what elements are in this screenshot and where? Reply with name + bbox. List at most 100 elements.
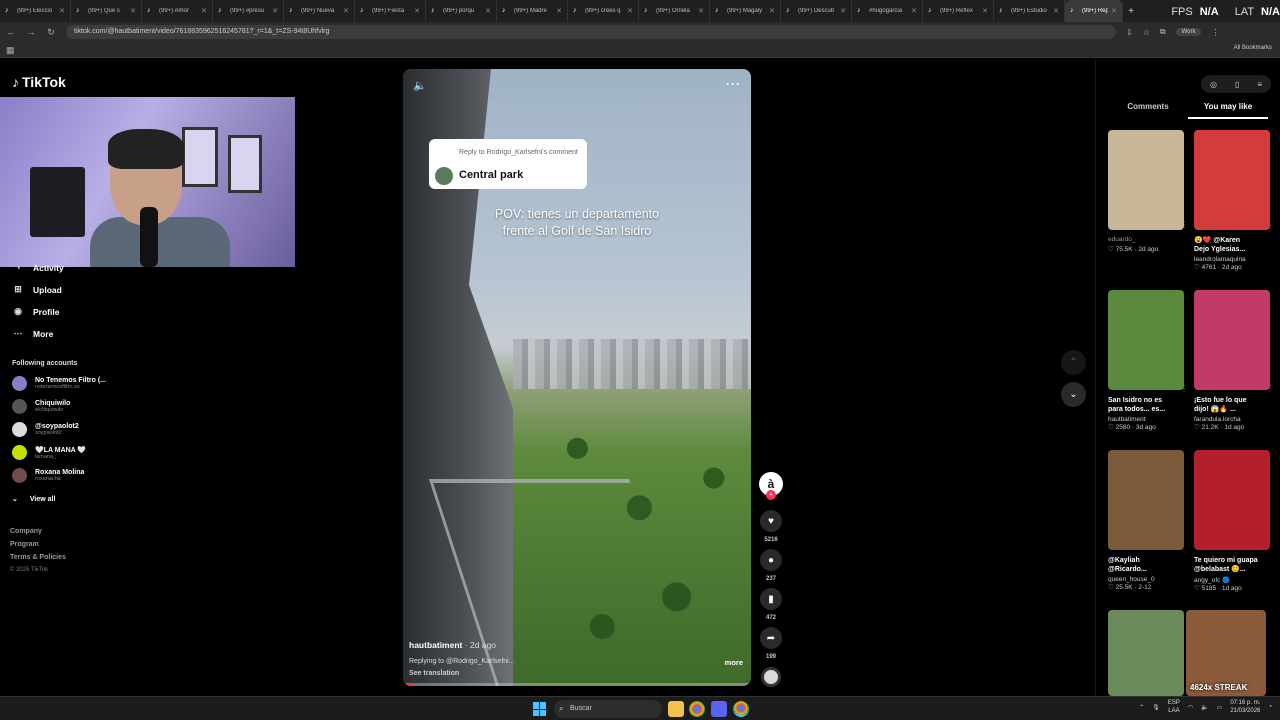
- share-button[interactable]: ➦: [760, 627, 782, 649]
- kebab-icon[interactable]: ⋮: [1266, 384, 1274, 393]
- close-icon[interactable]: ✕: [556, 7, 562, 15]
- footer-link-program[interactable]: Program: [10, 541, 39, 548]
- close-icon[interactable]: ✕: [1053, 7, 1059, 15]
- browser-tab[interactable]: ♪ (99+) Nueva ✕: [284, 0, 355, 22]
- following-account[interactable]: Chiquiwilo elchiquiwilo: [12, 399, 70, 414]
- wifi-icon[interactable]: ◠: [1188, 704, 1193, 711]
- star-icon[interactable]: ☆: [1143, 28, 1150, 37]
- music-disc-icon[interactable]: [761, 667, 781, 687]
- card-author[interactable]: angy_ofc 🔵: [1194, 576, 1270, 584]
- chrome-active-icon[interactable]: [733, 701, 749, 717]
- sidebar-item-profile[interactable]: ◉ Profile: [12, 306, 59, 317]
- taskbar-search[interactable]: ⌕ Buscar: [554, 700, 662, 718]
- browser-tab[interactable]: ♪ (99+) Amor ✕: [142, 0, 213, 22]
- language-indicator[interactable]: ESP LAA: [1168, 699, 1180, 715]
- close-icon[interactable]: ✕: [1111, 7, 1117, 15]
- following-account[interactable]: @soypaolot2 soypaolot2: [12, 422, 79, 437]
- volume-icon[interactable]: 🔈: [413, 79, 427, 92]
- card-author[interactable]: hautbatiment: [1108, 416, 1184, 423]
- recommended-video-card[interactable]: 😮❤️ @Karen Dejo Yglesias... leandrolamaq…: [1194, 130, 1274, 271]
- extensions-icon[interactable]: ⧉: [1160, 27, 1166, 37]
- browser-tab[interactable]: ♪ (99+) Estudio ✕: [994, 0, 1065, 22]
- compass-icon[interactable]: ◎: [1210, 80, 1217, 89]
- comment-button[interactable]: ●: [760, 549, 782, 571]
- browser-tab[interactable]: ♪ (99+) Descub ✕: [781, 0, 852, 22]
- apps-grid-icon[interactable]: ▦: [6, 45, 15, 56]
- browser-tab[interactable]: ♪ (99+) Magaly ✕: [710, 0, 781, 22]
- kebab-icon[interactable]: ⋮: [1180, 220, 1188, 229]
- clock[interactable]: 07:16 p. m. 21/03/2026: [1230, 699, 1260, 715]
- video-thumbnail[interactable]: [1194, 290, 1270, 390]
- recommended-video-card[interactable]: eduardo_ ♡ 75.5K · 2d ago ⋮: [1108, 130, 1188, 253]
- tab-you-may-like[interactable]: You may like: [1188, 102, 1268, 119]
- reload-icon[interactable]: ↻: [46, 27, 56, 38]
- browser-tab[interactable]: ♪ (99+) Ornela ✕: [639, 0, 710, 22]
- video-thumbnail[interactable]: [1108, 130, 1184, 230]
- browser-tab[interactable]: ♪ (99+) Reflex ✕: [923, 0, 994, 22]
- card-caption[interactable]: Te quiero mi guapa @belabast 😊...: [1194, 556, 1270, 574]
- card-caption[interactable]: ¡Esto fue lo que dijo! 😱🔥 ...: [1194, 396, 1270, 414]
- footer-link-terms[interactable]: Terms & Policies: [10, 554, 66, 561]
- view-all-link[interactable]: ⌄ View all: [12, 495, 55, 504]
- video-thumbnail[interactable]: 4624x STREAK: [1186, 610, 1266, 696]
- phone-icon[interactable]: ▯: [1235, 80, 1239, 89]
- active-tab[interactable]: ♪ (99+) Rep ✕: [1065, 0, 1123, 22]
- browser-tab[interactable]: ♪ (99+) Elecció ✕: [0, 0, 71, 22]
- tab-comments[interactable]: Comments: [1108, 102, 1188, 117]
- card-caption[interactable]: San Isidro no es para todos... es...: [1108, 396, 1184, 414]
- kebab-icon[interactable]: ⋮: [1180, 384, 1188, 393]
- url-field[interactable]: tiktok.com/@hautbatiment/video/761883596…: [66, 25, 1116, 39]
- browser-tab[interactable]: ♪ (99+) Fiesta ✕: [355, 0, 426, 22]
- discord-icon[interactable]: [711, 701, 727, 717]
- more-link[interactable]: more: [725, 658, 743, 667]
- close-icon[interactable]: ✕: [485, 7, 491, 15]
- recommended-video-card[interactable]: [1108, 610, 1184, 696]
- close-icon[interactable]: ✕: [272, 7, 278, 15]
- close-icon[interactable]: ✕: [698, 7, 704, 15]
- browser-tab[interactable]: ♪ #hugogarcia ✕: [852, 0, 923, 22]
- video-player[interactable]: 🔈 ··· Reply to Rodrigo_Karlsefni's comme…: [403, 69, 751, 686]
- close-icon[interactable]: ✕: [769, 7, 775, 15]
- next-video-button[interactable]: ⌄: [1061, 382, 1086, 407]
- chevron-up-icon[interactable]: ⌃: [1139, 704, 1144, 711]
- browser-tab[interactable]: ♪ (99+) Madre ✕: [497, 0, 568, 22]
- recommended-video-card[interactable]: ¡Esto fue lo que dijo! 😱🔥 ... farandula.…: [1194, 290, 1274, 431]
- video-author[interactable]: hautbatiment: [409, 640, 462, 650]
- browser-tab[interactable]: ♪ (99+) Qué s ✕: [71, 0, 142, 22]
- video-thumbnail[interactable]: [1108, 290, 1184, 390]
- bell-icon[interactable]: ◔: [1268, 704, 1272, 710]
- browser-tab[interactable]: ♪ (99+) crees q ✕: [568, 0, 639, 22]
- like-button[interactable]: ♥: [760, 510, 782, 532]
- profile-chip[interactable]: Work: [1175, 28, 1202, 36]
- forward-icon[interactable]: →: [26, 27, 36, 37]
- card-author[interactable]: queen_house_0: [1108, 576, 1184, 583]
- video-thumbnail[interactable]: [1194, 130, 1270, 230]
- video-author-line[interactable]: hautbatiment · 2d ago: [409, 640, 496, 650]
- kebab-icon[interactable]: ⋮: [1266, 224, 1274, 233]
- recommended-video-card[interactable]: @Kayliah @Ricardo... queen_house_0 ♡ 25.5…: [1108, 450, 1184, 591]
- menu-icon[interactable]: ⋮: [1211, 28, 1219, 37]
- recommended-video-card[interactable]: 4624x STREAK: [1186, 610, 1266, 696]
- card-author[interactable]: leandrolamaquina: [1194, 256, 1270, 263]
- footer-link-company[interactable]: Company: [10, 528, 42, 535]
- close-icon[interactable]: ✕: [982, 7, 988, 15]
- volume-icon[interactable]: 🔈: [1201, 704, 1208, 711]
- see-translation-link[interactable]: See translation: [409, 670, 459, 677]
- browser-tab[interactable]: ♪ (99+) porqu ✕: [426, 0, 497, 22]
- video-thumbnail[interactable]: [1108, 450, 1184, 550]
- close-icon[interactable]: ✕: [840, 7, 846, 15]
- following-account[interactable]: 🤍LA MANA 🤍 lamana_: [12, 445, 86, 460]
- sidebar-item-more[interactable]: ⋯ More: [12, 328, 54, 339]
- following-account[interactable]: No Tenemos Filtro (... notenemosfiltro.zs: [12, 376, 106, 391]
- video-thumbnail[interactable]: [1194, 450, 1270, 550]
- windows-start-icon[interactable]: [533, 702, 547, 716]
- video-progress-bar[interactable]: [403, 683, 751, 686]
- save-button[interactable]: ▮: [760, 588, 782, 610]
- card-caption[interactable]: @Kayliah @Ricardo...: [1108, 556, 1184, 574]
- sidebar-item-activity[interactable]: ◔ Activity: [12, 263, 63, 273]
- close-icon[interactable]: ✕: [911, 7, 917, 15]
- card-author[interactable]: farandula.lorcha: [1194, 416, 1270, 423]
- close-icon[interactable]: ✕: [343, 7, 349, 15]
- file-explorer-icon[interactable]: [668, 701, 684, 717]
- card-author[interactable]: eduardo_: [1108, 236, 1184, 243]
